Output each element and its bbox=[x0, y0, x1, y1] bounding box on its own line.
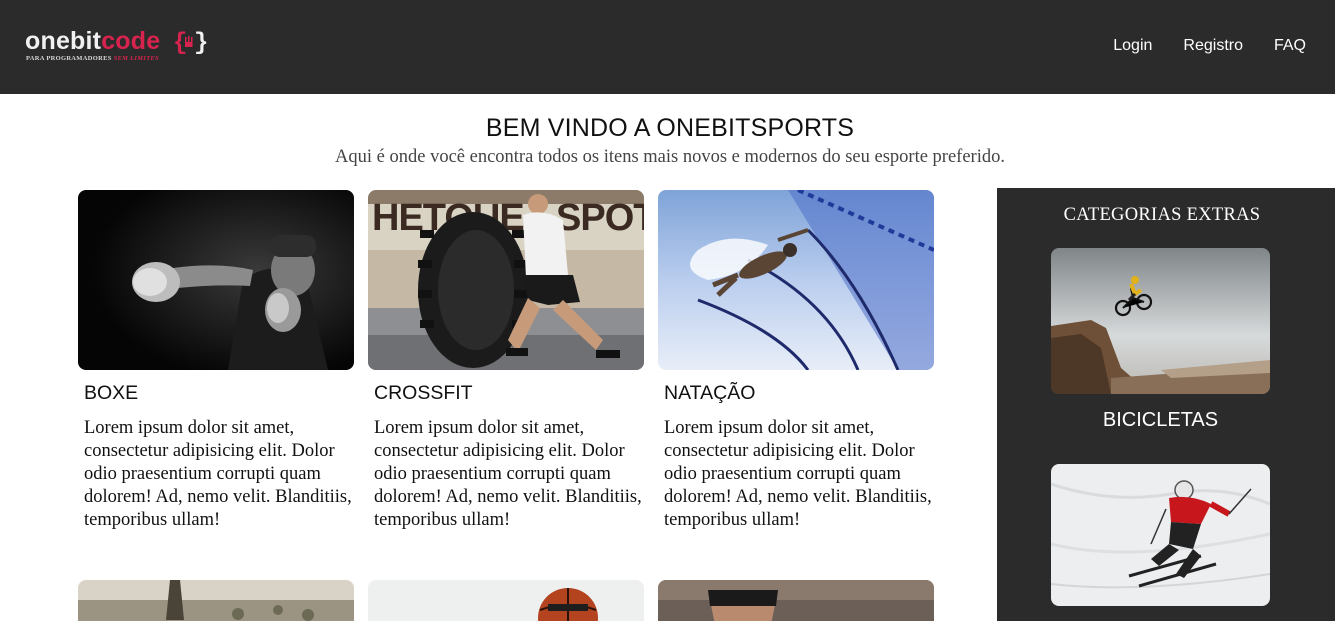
svg-text:SPOT: SPOT bbox=[556, 197, 644, 239]
nav-registro-link[interactable]: Registro bbox=[1183, 36, 1243, 56]
page-title: BEM VINDO A ONEBITSPORTS bbox=[485, 114, 855, 142]
boxing-photo bbox=[78, 190, 354, 370]
top-navbar: onebitcode { } PARA PROGRAMADORES SEM LI… bbox=[0, 0, 1335, 94]
main-nav: Login Registro FAQ bbox=[1113, 36, 1306, 56]
card-boxe[interactable]: BOXE Lorem ipsum dolor sit amet, consect… bbox=[78, 190, 354, 532]
logo-tagline: PARA PROGRAMADORES SEM LIMITES bbox=[26, 55, 159, 62]
swimming-photo bbox=[658, 190, 934, 370]
onebitcode-logo[interactable]: onebitcode { } PARA PROGRAMADORES SEM LI… bbox=[25, 26, 225, 70]
sidebar-extra-categories: CATEGORIAS EXTRAS BICICLETAS bbox=[997, 188, 1335, 621]
sidebar-item-label: BICICLETAS bbox=[1102, 409, 1219, 431]
sidebar-title: CATEGORIAS EXTRAS bbox=[1063, 205, 1261, 225]
card-text: Lorem ipsum dolor sit amet, consectetur … bbox=[374, 418, 642, 530]
card-title: CROSSFIT bbox=[374, 382, 473, 404]
card-text: Lorem ipsum dolor sit amet, consectetur … bbox=[84, 418, 352, 530]
page-subtitle: Aqui é onde você encontra todos os itens… bbox=[335, 147, 1005, 167]
sidebar-item-ski[interactable] bbox=[1051, 464, 1270, 606]
card-photo bbox=[658, 580, 934, 621]
card-photo bbox=[78, 580, 354, 621]
logo-braces-hand-icon: { } bbox=[173, 30, 207, 54]
card-row2-1[interactable] bbox=[78, 580, 354, 621]
sidebar-item-bicicletas[interactable]: BICICLETAS bbox=[1051, 248, 1270, 432]
card-crossfit[interactable]: HETOUE SPOT CROSSFIT Lorem ipsum dolor s… bbox=[368, 190, 644, 532]
nav-login-link[interactable]: Login bbox=[1113, 36, 1152, 56]
logo-wordmark: onebitcode bbox=[25, 27, 161, 55]
card-natacao[interactable]: NATAÇÃO Lorem ipsum dolor sit amet, cons… bbox=[658, 190, 934, 532]
card-row2-2[interactable] bbox=[368, 580, 644, 621]
card-photo bbox=[368, 580, 644, 621]
card-text: Lorem ipsum dolor sit amet, consectetur … bbox=[664, 418, 932, 530]
card-row2-3[interactable] bbox=[658, 580, 934, 621]
card-title: NATAÇÃO bbox=[664, 382, 756, 404]
nav-faq-link[interactable]: FAQ bbox=[1274, 36, 1306, 56]
svg-text:}: } bbox=[194, 30, 207, 54]
crossfit-photo: HETOUE SPOT bbox=[368, 190, 644, 370]
ski-photo bbox=[1051, 464, 1270, 606]
card-title: BOXE bbox=[84, 382, 139, 404]
bicycle-photo bbox=[1051, 248, 1270, 394]
